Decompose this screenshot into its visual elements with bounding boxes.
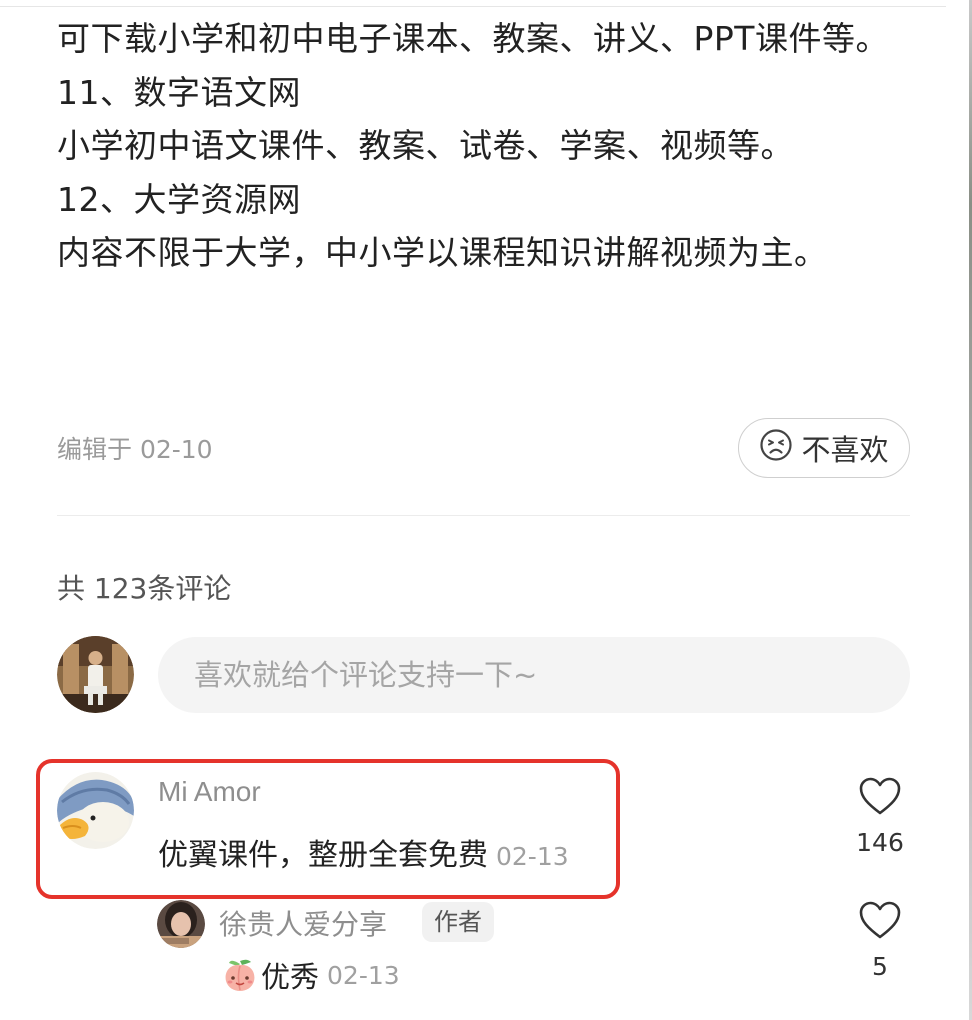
section-divider xyxy=(57,515,910,516)
article-line: 11、数字语文网 xyxy=(57,72,301,112)
article-meta-row: 编辑于 02-10 不喜欢 xyxy=(57,418,910,480)
reply-text: 优秀 02-13 xyxy=(221,954,400,996)
top-edge xyxy=(0,0,946,7)
comment-item: Mi Amor 优翼课件，整册全套免费 02-13 146 xyxy=(57,772,910,882)
reply-author[interactable]: 徐贵人爱分享 xyxy=(219,903,387,943)
comment-count: 共 123条评论 xyxy=(57,572,232,605)
dislike-button[interactable]: 不喜欢 xyxy=(738,418,910,478)
comment-like-button[interactable]: 146 xyxy=(850,776,910,857)
current-user-avatar[interactable] xyxy=(57,636,134,713)
comment-date: 02-13 xyxy=(496,842,569,871)
reply-body: 优秀 xyxy=(261,960,320,994)
comment-body: 优翼课件，整册全套免费 xyxy=(158,838,488,873)
reply-date: 02-13 xyxy=(327,960,400,990)
comment-composer xyxy=(57,636,910,714)
reply-like-count: 5 xyxy=(872,952,888,981)
article-line: 小学初中语文课件、教案、试卷、学案、视频等。 xyxy=(57,126,794,165)
comment-text: 优翼课件，整册全套免费 02-13 xyxy=(158,830,569,874)
article-line: 可下载小学和初中电子课本、教案、讲义、PPT课件等。 xyxy=(57,19,889,58)
reply-like-button[interactable]: 5 xyxy=(850,900,910,981)
author-badge: 作者 xyxy=(422,902,494,942)
commenter-avatar[interactable] xyxy=(57,772,134,849)
dislike-label: 不喜欢 xyxy=(801,433,889,467)
reply-item: 徐贵人爱分享 作者 优秀 02-13 5 xyxy=(157,900,910,1010)
article-line: 12、大学资源网 xyxy=(57,179,301,219)
frown-emoji-icon xyxy=(759,428,793,469)
heart-outline-icon xyxy=(858,901,902,944)
comment-input[interactable] xyxy=(158,637,910,713)
heart-outline-icon xyxy=(858,777,902,820)
peach-emoji-icon xyxy=(221,956,259,994)
reply-author-avatar[interactable] xyxy=(157,900,205,948)
comment-like-count: 146 xyxy=(856,828,904,857)
article-line: 内容不限于大学，中小学以课程知识讲解视频为主。 xyxy=(57,233,828,272)
comment-author[interactable]: Mi Amor xyxy=(158,776,261,808)
article-body: 可下载小学和初中电子课本、教案、讲义、PPT课件等。 11、数字语文网 小学初中… xyxy=(57,12,917,280)
edited-date: 编辑于 02-10 xyxy=(57,435,213,464)
